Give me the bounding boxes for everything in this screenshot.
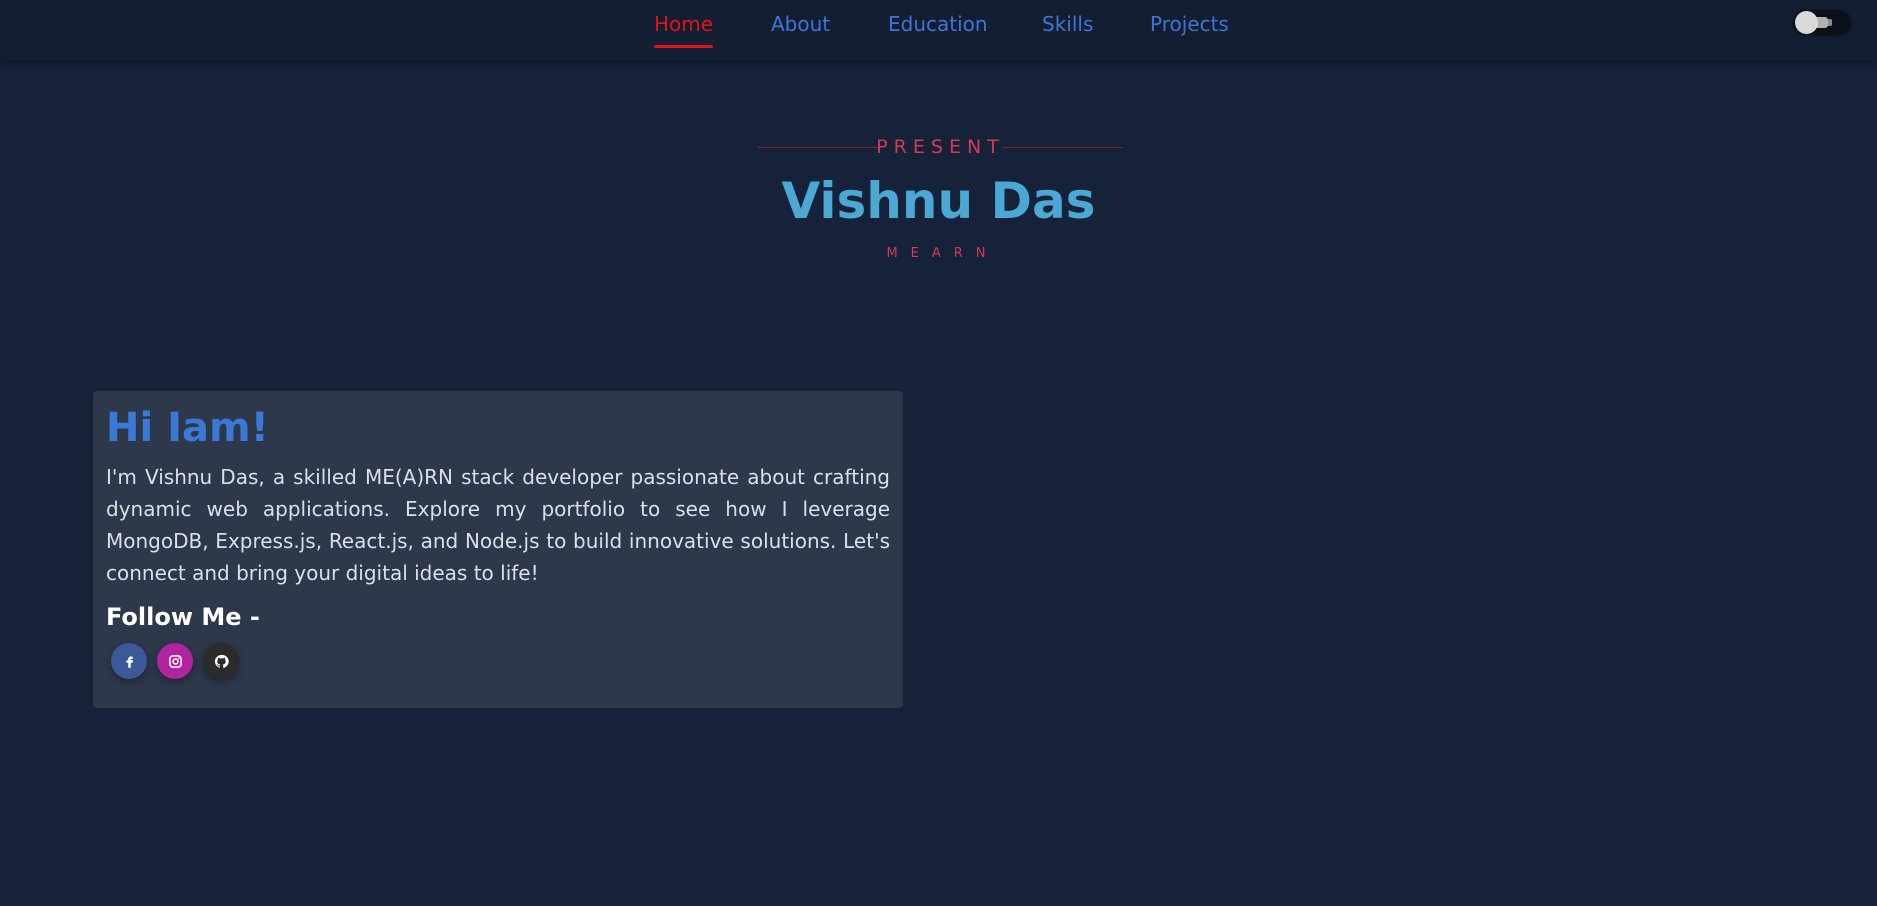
nav-education[interactable]: Education (888, 12, 988, 48)
nav-home[interactable]: Home (654, 12, 714, 48)
nav-links: Home About Education Skills Projects (0, 0, 1877, 60)
toggle-knob (1795, 11, 1818, 34)
intro-text: I'm Vishnu Das, a skilled ME(A)RN stack … (106, 465, 890, 585)
facebook-icon (125, 656, 133, 668)
subtitle-divider-right (1003, 147, 1123, 148)
follow-heading: Follow Me - (106, 603, 260, 631)
nav-projects[interactable]: Projects (1150, 12, 1229, 48)
github-button[interactable] (203, 643, 239, 679)
hero-name: Vishnu Das (781, 172, 1096, 230)
github-icon (214, 654, 229, 668)
nav-skills[interactable]: Skills (1042, 12, 1093, 48)
facebook-button[interactable] (111, 643, 147, 679)
hero-stack: MEARN (886, 246, 999, 261)
instagram-button[interactable] (157, 643, 193, 679)
subtitle-divider-left (758, 147, 878, 148)
intro-card: Hi Iam! I'm Vishnu Das, a skilled ME(A)R… (93, 391, 903, 708)
hero-subtitle-block: PRESENT (758, 134, 1123, 160)
nav-about[interactable]: About (771, 12, 830, 48)
theme-toggle[interactable] (1792, 9, 1852, 36)
hero-subtitle: PRESENT (876, 136, 1005, 158)
intro-heading: Hi Iam! (106, 405, 269, 451)
social-links (106, 643, 890, 679)
navbar: Home About Education Skills Projects (0, 0, 1877, 60)
instagram-icon (168, 654, 182, 668)
